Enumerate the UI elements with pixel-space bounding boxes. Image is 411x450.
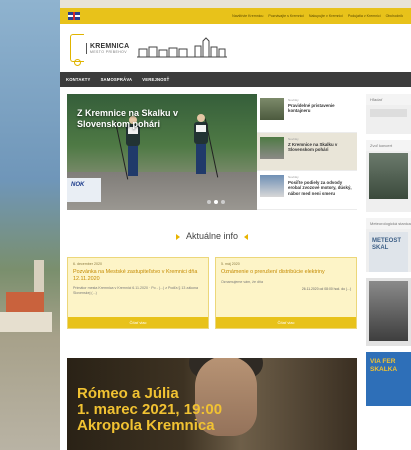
top-bar: Navštívte Kremnicu Poznávajte s Kremnici…: [60, 8, 411, 24]
section-title: Aktuálne info: [185, 231, 239, 241]
top-link-shop[interactable]: Nakupujte v Kremnici: [309, 14, 343, 18]
search-input[interactable]: [370, 109, 407, 117]
nav-item-public[interactable]: VEREJNOSŤ: [142, 77, 169, 82]
slide-title[interactable]: Z Kremnice na Skalku v Slovenskom pohári: [77, 108, 187, 130]
news-title[interactable]: Oznámenie o prerušení distribúcie elektr…: [221, 269, 351, 276]
news-slider: NOK Z Kremnice na Skalku v Slovenskom po…: [67, 94, 357, 210]
site-header: KREMNICA MESTO PRÍBEHOV: [60, 24, 411, 72]
logo-text: KREMNICA MESTO PRÍBEHOV: [86, 42, 130, 54]
news-meta: 26.11.2020 od 08:00 hod. do (...): [301, 286, 351, 291]
section-heading: Aktuálne info: [67, 231, 357, 241]
slide-thumbnail: [260, 98, 284, 120]
slide-list-item-active[interactable]: Novinky Z Kremnice na Skalku v Slovensko…: [257, 132, 357, 172]
slider-dot[interactable]: [221, 200, 225, 204]
promo-line-2: SKALKA: [370, 366, 398, 373]
nav-item-contacts[interactable]: KONTAKTY: [66, 77, 91, 82]
slide-item-category: Novinky: [288, 175, 299, 180]
slider-dots: [207, 200, 225, 204]
top-links: Navštívte Kremnicu Poznávajte s Kremnici…: [88, 14, 403, 18]
background-building: [0, 312, 52, 332]
news-cards: 6. december 2020 Pozvánka na Mestské zas…: [67, 257, 357, 329]
weather-box-heading: Meteorologická stanica: [366, 218, 411, 229]
slide-item-text: Novinky Posiľte podiely za odvody eroba/…: [288, 175, 354, 196]
slide-thumbnail: [260, 175, 284, 198]
news-date: 5. máj 2020: [221, 262, 240, 266]
top-link-discover[interactable]: Poznávajte s Kremnici: [268, 14, 304, 18]
concert-box: Zvoľ koncert: [366, 140, 411, 212]
right-sidebar: Hľadať Zvoľ koncert Meteorologická stani…: [366, 94, 411, 412]
photo-box: [366, 278, 411, 346]
sponsor-banner-text: NOK: [71, 182, 85, 188]
event-title: Rómeo a Júlia: [77, 385, 179, 402]
search-box: Hľadať: [366, 94, 411, 134]
concert-image[interactable]: [369, 153, 408, 199]
logo-title: KREMNICA: [90, 42, 130, 50]
slide-main-photo[interactable]: NOK Z Kremnice na Skalku v Slovenskom po…: [67, 94, 257, 210]
main-nav: KONTAKTY SAMOSPRÁVA VEREJNOSŤ: [60, 72, 411, 87]
top-link-business[interactable]: Obchodník: [386, 14, 403, 18]
event-text: Rómeo a Júlia 1. marec 2021, 19:00 Akrop…: [77, 386, 222, 434]
slide-item-text: Novinky Z Kremnice na Skalku v Slovensko…: [288, 137, 354, 152]
news-excerpt: Primátor mesta Kremnica v Kremnici 6.11.…: [73, 286, 199, 296]
town-skyline-icon: [137, 37, 228, 58]
background-photo: [0, 0, 60, 450]
logo-subtitle: MESTO PRÍBEHOV: [90, 49, 128, 54]
news-excerpt: Oznamujeme vám, že dňa: [221, 279, 263, 284]
slide-list: Novinky Pravidelné pristavenie kontajner…: [257, 94, 357, 210]
slide-list-item[interactable]: Novinky Posiľte podiely za odvody eroba/…: [257, 171, 357, 210]
event-banner[interactable]: Rómeo a Júlia 1. marec 2021, 19:00 Akrop…: [67, 358, 357, 450]
slide-list-item[interactable]: Novinky Pravidelné pristavenie kontajner…: [257, 94, 357, 133]
page: Navštívte Kremnicu Poznávajte s Kremnici…: [60, 8, 411, 450]
slide-item-title: Posiľte podiely za odvody eroba/ zvozové…: [288, 180, 352, 196]
sponsor-banner: NOK: [67, 178, 101, 202]
slider-dot[interactable]: [207, 200, 211, 204]
sidebar-photo[interactable]: [369, 281, 408, 341]
search-box-heading: Hľadať: [366, 94, 411, 105]
news-card: 5. máj 2020 Oznámenie o prerušení distri…: [215, 257, 357, 329]
slide-item-text: Novinky Pravidelné pristavenie kontajner…: [288, 98, 354, 113]
slider-dot-active[interactable]: [214, 200, 218, 204]
logo-mark-icon: [70, 34, 84, 66]
news-card: 6. december 2020 Pozvánka na Mestské zas…: [67, 257, 209, 329]
top-link-events[interactable]: Podujatia v Kremnici: [348, 14, 381, 18]
promo-line-1: VIA FER: [370, 358, 396, 365]
promo-text: VIA FER SKALKA: [366, 352, 411, 380]
weather-station-link[interactable]: METEOST SKAL: [369, 232, 408, 272]
site-logo[interactable]: KREMNICA MESTO PRÍBEHOV: [70, 34, 130, 66]
diamond-left-icon: [175, 233, 180, 240]
event-venue: Akropola Kremnica: [77, 417, 215, 434]
slide-item-category: Novinky: [288, 136, 299, 141]
nav-item-government[interactable]: SAMOSPRÁVA: [101, 77, 133, 82]
news-title[interactable]: Pozvánka na Mestské zastupiteľstvo v Kre…: [73, 269, 203, 282]
uk-flag-icon[interactable]: [68, 12, 80, 20]
diamond-right-icon: [244, 233, 249, 240]
slide-item-title: Pravidelné pristavenie kontajneru: [288, 103, 335, 114]
news-date: 6. december 2020: [73, 262, 102, 266]
slide-item-category: Novinky: [288, 98, 299, 102]
promo-box[interactable]: VIA FER SKALKA: [366, 352, 411, 406]
top-link-visit[interactable]: Navštívte Kremnicu: [232, 14, 263, 18]
weather-box: Meteorologická stanica METEOST SKAL: [366, 218, 411, 272]
slide-thumbnail: [260, 136, 284, 159]
read-more-button[interactable]: Čítať viac: [216, 317, 356, 328]
slide-item-title: Z Kremnice na Skalku v Slovenskom pohári: [288, 141, 338, 152]
read-more-button[interactable]: Čítať viac: [68, 317, 208, 328]
event-date: 1. marec 2021, 19:00: [77, 401, 223, 418]
concert-box-heading: Zvoľ koncert: [366, 140, 411, 151]
